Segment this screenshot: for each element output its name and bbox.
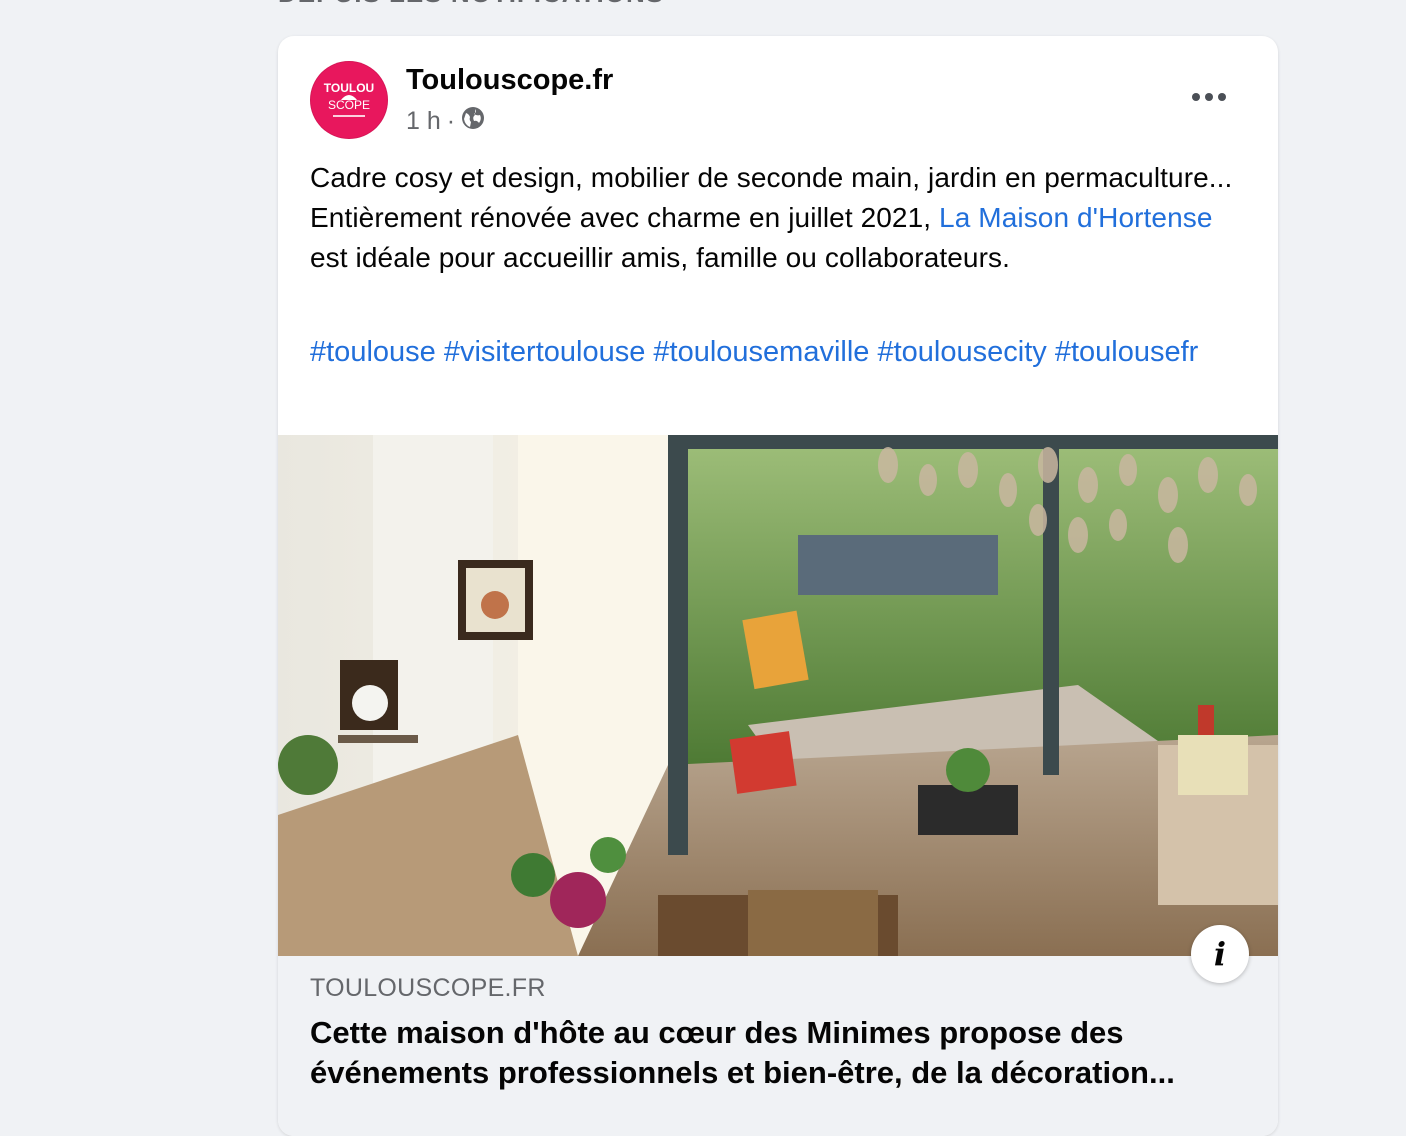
page-name[interactable]: Toulouscope.fr xyxy=(406,64,613,97)
section-heading: DEPUIS LES NOTIFICATIONS xyxy=(278,0,664,9)
post-text: Cadre cosy et design, mobilier de second… xyxy=(310,158,1250,278)
post-time[interactable]: 1 h xyxy=(406,107,441,136)
hashtag-link[interactable]: #toulousemaville xyxy=(653,336,869,368)
hashtag-link[interactable]: #toulousecity xyxy=(877,336,1046,368)
mention-link[interactable]: La Maison d'Hortense xyxy=(939,202,1213,233)
svg-text:TOULOU: TOULOU xyxy=(324,81,374,95)
link-domain: TOULOUSCOPE.FR xyxy=(310,974,546,1002)
post-text-part2: est idéale pour accueillir amis, famille… xyxy=(310,242,1011,273)
link-preview[interactable]: TOULOUSCOPE.FR Cette maison d'hôte au cœ… xyxy=(278,956,1278,1136)
more-horizontal-icon xyxy=(1192,93,1200,101)
post-photo[interactable] xyxy=(278,435,1278,956)
meta-separator: · xyxy=(446,107,456,135)
globe-icon xyxy=(461,106,485,137)
post-card: TOULOU SCOPE Toulouscope.fr 1 h · Cadre … xyxy=(278,36,1278,1136)
link-title[interactable]: Cette maison d'hôte au cœur des Minimes … xyxy=(310,1013,1250,1093)
avatar[interactable]: TOULOU SCOPE xyxy=(310,61,388,139)
more-options-button[interactable] xyxy=(1174,74,1244,120)
post-meta: 1 h · xyxy=(406,106,485,137)
hashtags: #toulouse #visitertoulouse #toulousemavi… xyxy=(310,332,1250,372)
info-icon: i xyxy=(1213,935,1227,973)
info-button[interactable]: i xyxy=(1191,925,1249,983)
hashtag-link[interactable]: #toulouse xyxy=(310,336,436,368)
hashtag-link[interactable]: #visitertoulouse xyxy=(444,336,646,368)
toulouscope-logo-icon: TOULOU SCOPE xyxy=(311,62,387,138)
svg-text:SCOPE: SCOPE xyxy=(328,98,370,112)
hashtag-link[interactable]: #toulousefr xyxy=(1055,336,1199,368)
